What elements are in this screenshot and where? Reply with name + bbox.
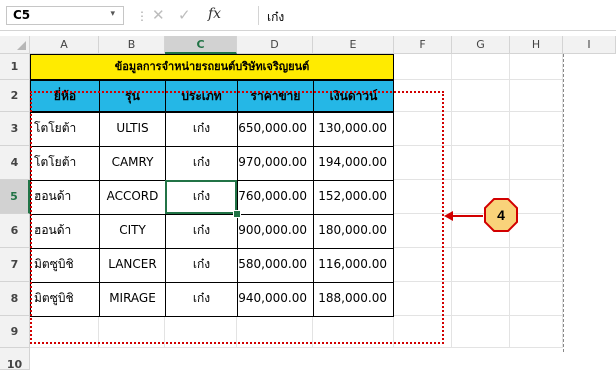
column-header-e[interactable]: E — [313, 36, 394, 54]
column-header-d[interactable]: D — [237, 36, 313, 54]
row-header-1[interactable]: 1 — [0, 54, 30, 80]
table-title[interactable]: ข้อมูลการจำหน่ายรถยนต์บริษัทเจริญยนต์ — [30, 54, 394, 80]
annotation-selection-box — [30, 91, 444, 344]
cell-g1[interactable] — [452, 54, 510, 80]
cell-h9[interactable] — [510, 316, 563, 348]
name-box[interactable]: C5 ▾ — [6, 6, 124, 25]
formula-bar-grip-icon: ⋮ — [136, 9, 148, 23]
row-header-10[interactable]: 10 — [0, 348, 30, 371]
octagon-badge-icon: 4 — [484, 198, 518, 232]
row-header-6[interactable]: 6 — [0, 214, 30, 248]
annotation-arrow-line — [449, 215, 483, 217]
cell-g8[interactable] — [452, 282, 510, 316]
chevron-down-icon[interactable]: ▾ — [110, 9, 115, 19]
enter-check-icon[interactable]: ✓ — [178, 6, 191, 24]
formula-bar: C5 ▾ ⋮ ✕ ✓ fx เก๋ง — [0, 0, 616, 31]
arrow-left-icon — [444, 211, 453, 221]
cell-h7[interactable] — [510, 248, 563, 282]
cell-g2[interactable] — [452, 80, 510, 112]
row-header-4[interactable]: 4 — [0, 146, 30, 180]
column-header-a[interactable]: A — [30, 36, 99, 54]
step-callout-number: 4 — [497, 207, 505, 223]
row-header-2[interactable]: 2 — [0, 80, 30, 112]
column-header-i[interactable]: I — [563, 36, 616, 54]
column-header-h[interactable]: H — [510, 36, 563, 54]
cell-g3[interactable] — [452, 112, 510, 146]
select-all-corner[interactable] — [0, 36, 30, 54]
column-header-c[interactable]: C — [165, 36, 237, 54]
row-header-9[interactable]: 9 — [0, 316, 30, 348]
cell-g4[interactable] — [452, 146, 510, 180]
cell-h8[interactable] — [510, 282, 563, 316]
formula-input-value: เก๋ง — [267, 10, 285, 24]
step-callout: 4 — [484, 198, 518, 232]
cell-g9[interactable] — [452, 316, 510, 348]
cell-h3[interactable] — [510, 112, 563, 146]
cell-f1[interactable] — [394, 54, 452, 80]
column-header-b[interactable]: B — [99, 36, 165, 54]
cell-h4[interactable] — [510, 146, 563, 180]
row-header-3[interactable]: 3 — [0, 112, 30, 146]
column-header-f[interactable]: F — [394, 36, 452, 54]
row-header-8[interactable]: 8 — [0, 282, 30, 316]
column-header-g[interactable]: G — [452, 36, 510, 54]
page-break-line — [563, 54, 564, 352]
insert-function-icon[interactable]: fx — [208, 6, 221, 22]
formula-input[interactable]: เก๋ง — [258, 6, 611, 25]
cancel-icon[interactable]: ✕ — [152, 6, 165, 24]
row-header-7[interactable]: 7 — [0, 248, 30, 282]
row-header-5[interactable]: 5 — [0, 180, 30, 214]
cell-g7[interactable] — [452, 248, 510, 282]
name-box-value: C5 — [13, 8, 31, 22]
cell-h1[interactable] — [510, 54, 563, 80]
cell-h2[interactable] — [510, 80, 563, 112]
